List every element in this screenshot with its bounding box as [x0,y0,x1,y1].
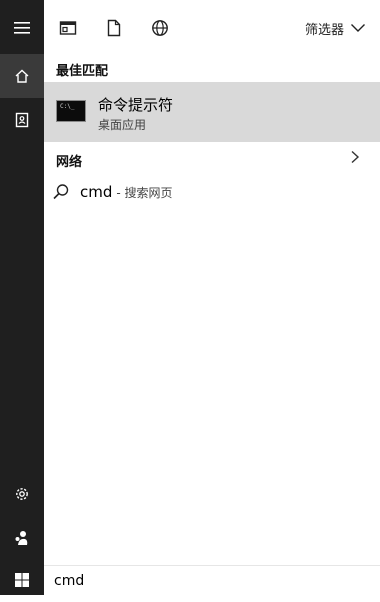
home-button[interactable] [0,54,44,98]
apps-icon [59,21,77,35]
filter-dropdown-button[interactable]: 筛选器 [305,14,366,42]
hamburger-menu-icon [14,22,30,34]
search-input[interactable] [54,571,354,591]
filter-bar: 筛选器 [44,0,380,56]
search-icon [53,184,69,200]
home-icon [15,69,29,83]
gear-icon [16,488,28,500]
web-query: cmd [80,183,113,201]
settings-button[interactable] [0,472,44,516]
start-rail [0,0,44,595]
chevron-down-icon [351,24,365,32]
command-prompt-icon-text: C:\_ [60,103,75,110]
apps-filter-button[interactable] [56,16,80,40]
notebook-icon [15,112,29,128]
command-prompt-icon: C:\_ [56,100,86,122]
filter-label: 筛选器 [304,22,344,38]
search-box[interactable] [44,565,380,595]
chevron-right-icon[interactable] [348,150,362,164]
windows-start-icon [15,573,29,587]
app-type: 桌面应用 [98,118,147,132]
web-globe-icon [152,20,168,36]
document-icon [107,19,121,37]
people-icon [15,531,28,545]
web-query-suffix: - 搜索网页 [116,185,173,200]
people-button[interactable] [0,516,44,560]
hamburger-menu-button[interactable] [0,6,44,50]
best-match-title: 最佳匹配 [56,64,109,79]
app-name: 命令提示符 [98,96,174,114]
web-search-result[interactable]: cmd - 搜索网页 [52,180,173,204]
best-match-result[interactable]: C:\_ 命令提示符 桌面应用 [44,82,380,142]
notebook-button[interactable] [0,98,44,142]
start-button[interactable] [0,558,44,602]
web-filter-button[interactable] [148,16,172,40]
web-section-title: 网络 [56,155,83,170]
documents-filter-button[interactable] [102,16,126,40]
